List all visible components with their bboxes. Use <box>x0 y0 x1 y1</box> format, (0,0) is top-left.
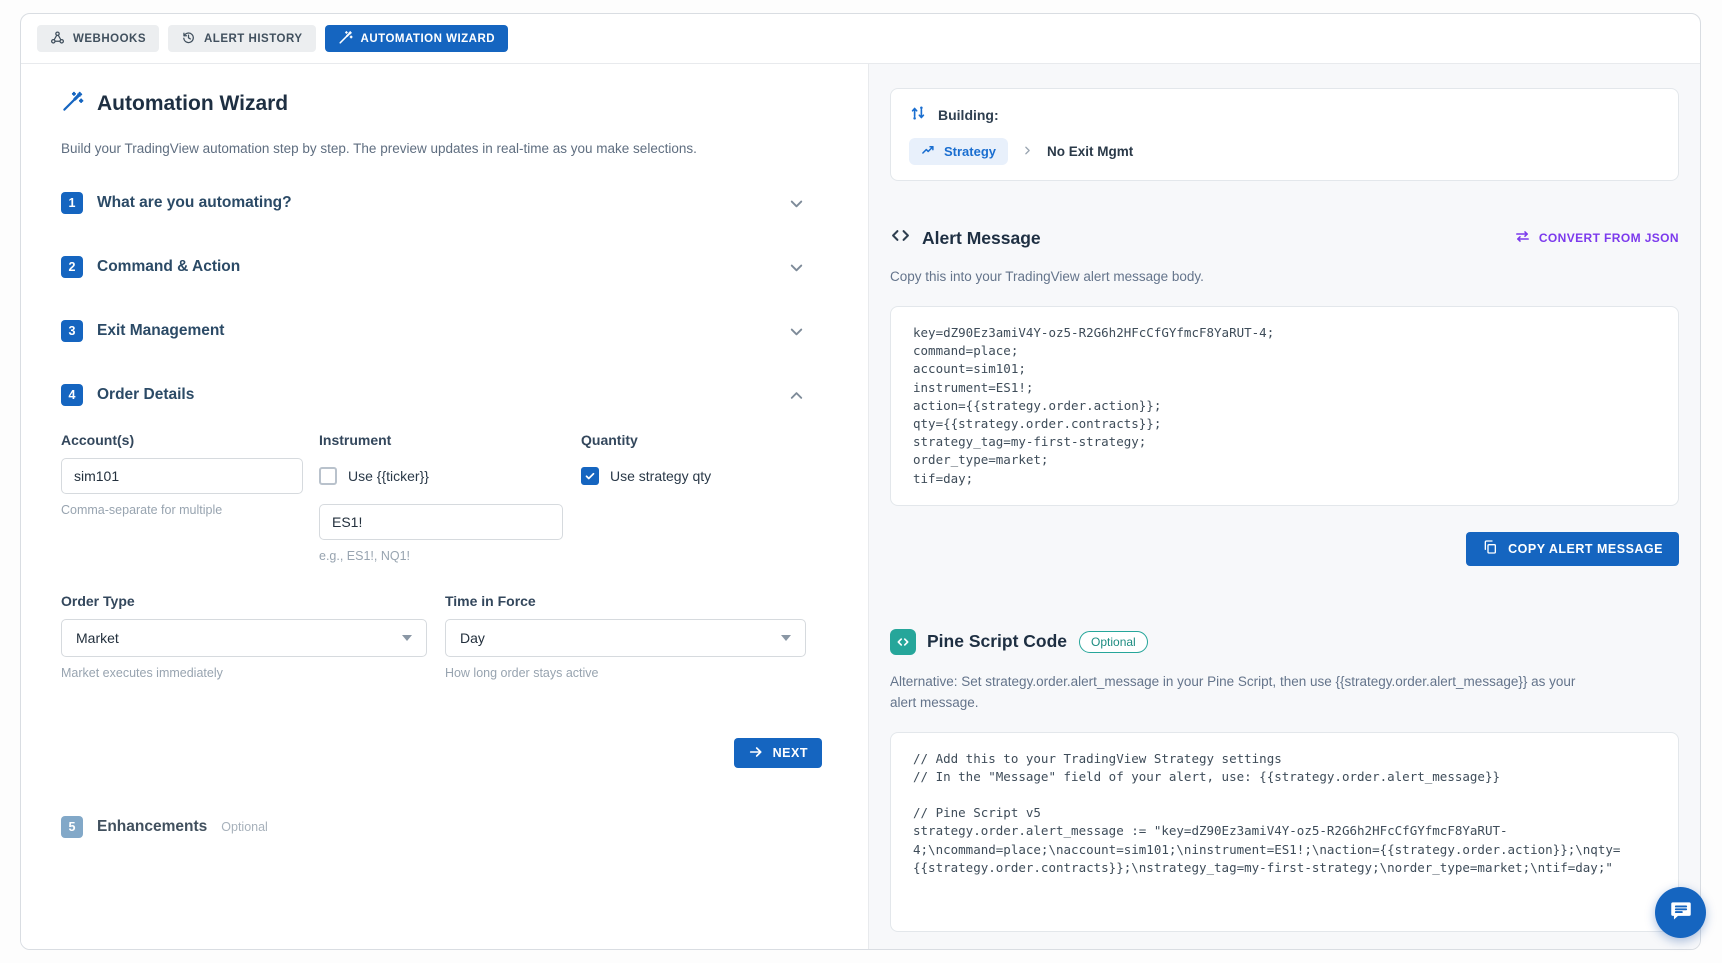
convert-from-json-button[interactable]: CONVERT FROM JSON <box>1514 228 1679 248</box>
code-brackets-icon <box>890 225 911 251</box>
checkbox-label: Use strategy qty <box>610 468 711 484</box>
instrument-helper: e.g., ES1!, NQ1! <box>319 549 563 563</box>
step-5-header[interactable]: 5 Enhancements Optional <box>61 814 806 840</box>
checkbox-label: Use {{ticker}} <box>348 468 429 484</box>
tab-automation-wizard[interactable]: AUTOMATION WIZARD <box>325 25 509 52</box>
page-title: Automation Wizard <box>97 92 288 116</box>
building-label: Building: <box>938 107 999 123</box>
step-2-header[interactable]: 2 Command & Action <box>61 254 806 280</box>
accounts-helper: Comma-separate for multiple <box>61 503 303 517</box>
step-4-header[interactable]: 4 Order Details <box>61 382 806 408</box>
app-window: WEBHOOKS ALERT HISTORY AUTOMATION WIZARD <box>20 13 1701 950</box>
breadcrumb: Strategy No Exit Mgmt <box>909 138 1660 165</box>
alert-message-code[interactable]: key=dZ90Ez3amiV4Y-oz5-R2G6h2HFcCfGYfmcF8… <box>913 324 1656 488</box>
trending-up-icon <box>921 143 936 161</box>
next-button[interactable]: NEXT <box>734 738 822 768</box>
order-type-value: Market <box>76 630 119 646</box>
section-title: Alert Message <box>922 228 1041 249</box>
instrument-label: Instrument <box>319 432 563 448</box>
webhook-icon <box>50 30 65 48</box>
tab-label: ALERT HISTORY <box>204 33 303 45</box>
convert-arrows-icon <box>1514 228 1531 248</box>
section-title: Pine Script Code <box>927 631 1067 652</box>
optional-badge: Optional <box>1079 631 1148 653</box>
dropdown-arrow-icon <box>402 635 412 641</box>
quantity-label: Quantity <box>581 432 711 448</box>
alert-message-header: Alert Message CONVERT FROM JSON <box>890 225 1679 251</box>
pine-script-subtitle: Alternative: Set strategy.order.alert_me… <box>890 672 1590 714</box>
step-1-header[interactable]: 1 What are you automating? <box>61 190 806 216</box>
swap-vertical-icon <box>909 104 927 125</box>
next-label: NEXT <box>773 746 808 760</box>
order-type-select[interactable]: Market <box>61 619 427 657</box>
checkbox-checked[interactable] <box>581 467 599 485</box>
pine-script-icon <box>890 629 916 655</box>
tab-alert-history[interactable]: ALERT HISTORY <box>168 25 316 52</box>
chip-label: Strategy <box>944 144 996 159</box>
step-number-badge: 2 <box>61 256 83 278</box>
page-subtitle: Build your TradingView automation step b… <box>61 141 828 156</box>
tab-label: AUTOMATION WIZARD <box>361 33 496 45</box>
order-details-form: Account(s) Comma-separate for multiple I… <box>61 432 806 768</box>
dropdown-arrow-icon <box>781 635 791 641</box>
use-ticker-checkbox-row[interactable]: Use {{ticker}} <box>319 458 563 494</box>
chevron-down-icon[interactable] <box>787 322 806 341</box>
time-in-force-value: Day <box>460 630 485 646</box>
time-in-force-helper: How long order stays active <box>445 666 806 680</box>
action-label: CONVERT FROM JSON <box>1539 231 1679 245</box>
chevron-up-icon[interactable] <box>787 386 806 405</box>
checkbox-unchecked[interactable] <box>319 467 337 485</box>
time-in-force-select[interactable]: Day <box>445 619 806 657</box>
wizard-panel: Automation Wizard Build your TradingView… <box>21 64 869 949</box>
step-title: Enhancements <box>97 818 207 836</box>
wand-icon <box>338 30 353 48</box>
step-number-badge: 3 <box>61 320 83 342</box>
chat-bubble-icon <box>1668 898 1694 927</box>
instrument-input[interactable] <box>319 504 563 540</box>
alert-message-subtitle: Copy this into your TradingView alert me… <box>890 267 1590 288</box>
strategy-chip[interactable]: Strategy <box>909 138 1008 165</box>
copy-alert-message-button[interactable]: COPY ALERT MESSAGE <box>1466 532 1679 566</box>
chevron-right-icon <box>1021 144 1034 160</box>
pine-script-code[interactable]: // Add this to your TradingView Strategy… <box>913 750 1656 914</box>
tab-label: WEBHOOKS <box>73 33 146 45</box>
top-tab-bar: WEBHOOKS ALERT HISTORY AUTOMATION WIZARD <box>21 14 1700 64</box>
chevron-down-icon[interactable] <box>787 194 806 213</box>
copy-label: COPY ALERT MESSAGE <box>1508 542 1663 556</box>
time-in-force-label: Time in Force <box>445 593 806 609</box>
step-number-badge: 5 <box>61 816 83 838</box>
chat-button[interactable] <box>1655 887 1706 938</box>
step-number-badge: 1 <box>61 192 83 214</box>
wand-icon <box>61 90 84 118</box>
step-3-header[interactable]: 3 Exit Management <box>61 318 806 344</box>
breadcrumb-item: No Exit Mgmt <box>1047 144 1133 159</box>
order-type-helper: Market executes immediately <box>61 666 427 680</box>
arrow-right-icon <box>748 744 764 763</box>
pine-script-code-block: // Add this to your TradingView Strategy… <box>890 732 1679 932</box>
accounts-label: Account(s) <box>61 432 303 448</box>
alert-message-code-block: key=dZ90Ez3amiV4Y-oz5-R2G6h2HFcCfGYfmcF8… <box>890 306 1679 506</box>
preview-panel: Building: Strategy No Exit Mgmt <box>869 64 1700 949</box>
accounts-input[interactable] <box>61 458 303 494</box>
chevron-down-icon[interactable] <box>787 258 806 277</box>
step-title: Order Details <box>97 386 194 404</box>
optional-label: Optional <box>221 820 268 834</box>
order-type-label: Order Type <box>61 593 427 609</box>
use-strategy-qty-checkbox-row[interactable]: Use strategy qty <box>581 458 711 494</box>
step-title: What are you automating? <box>97 194 292 212</box>
building-card: Building: Strategy No Exit Mgmt <box>890 88 1679 181</box>
pine-script-header: Pine Script Code Optional <box>890 628 1679 656</box>
step-number-badge: 4 <box>61 384 83 406</box>
wizard-steps: 1 What are you automating? 2 Command & A… <box>61 190 806 840</box>
step-title: Exit Management <box>97 322 224 340</box>
step-title: Command & Action <box>97 258 240 276</box>
tab-webhooks[interactable]: WEBHOOKS <box>37 25 159 52</box>
history-icon <box>181 30 196 48</box>
copy-icon <box>1482 539 1498 558</box>
